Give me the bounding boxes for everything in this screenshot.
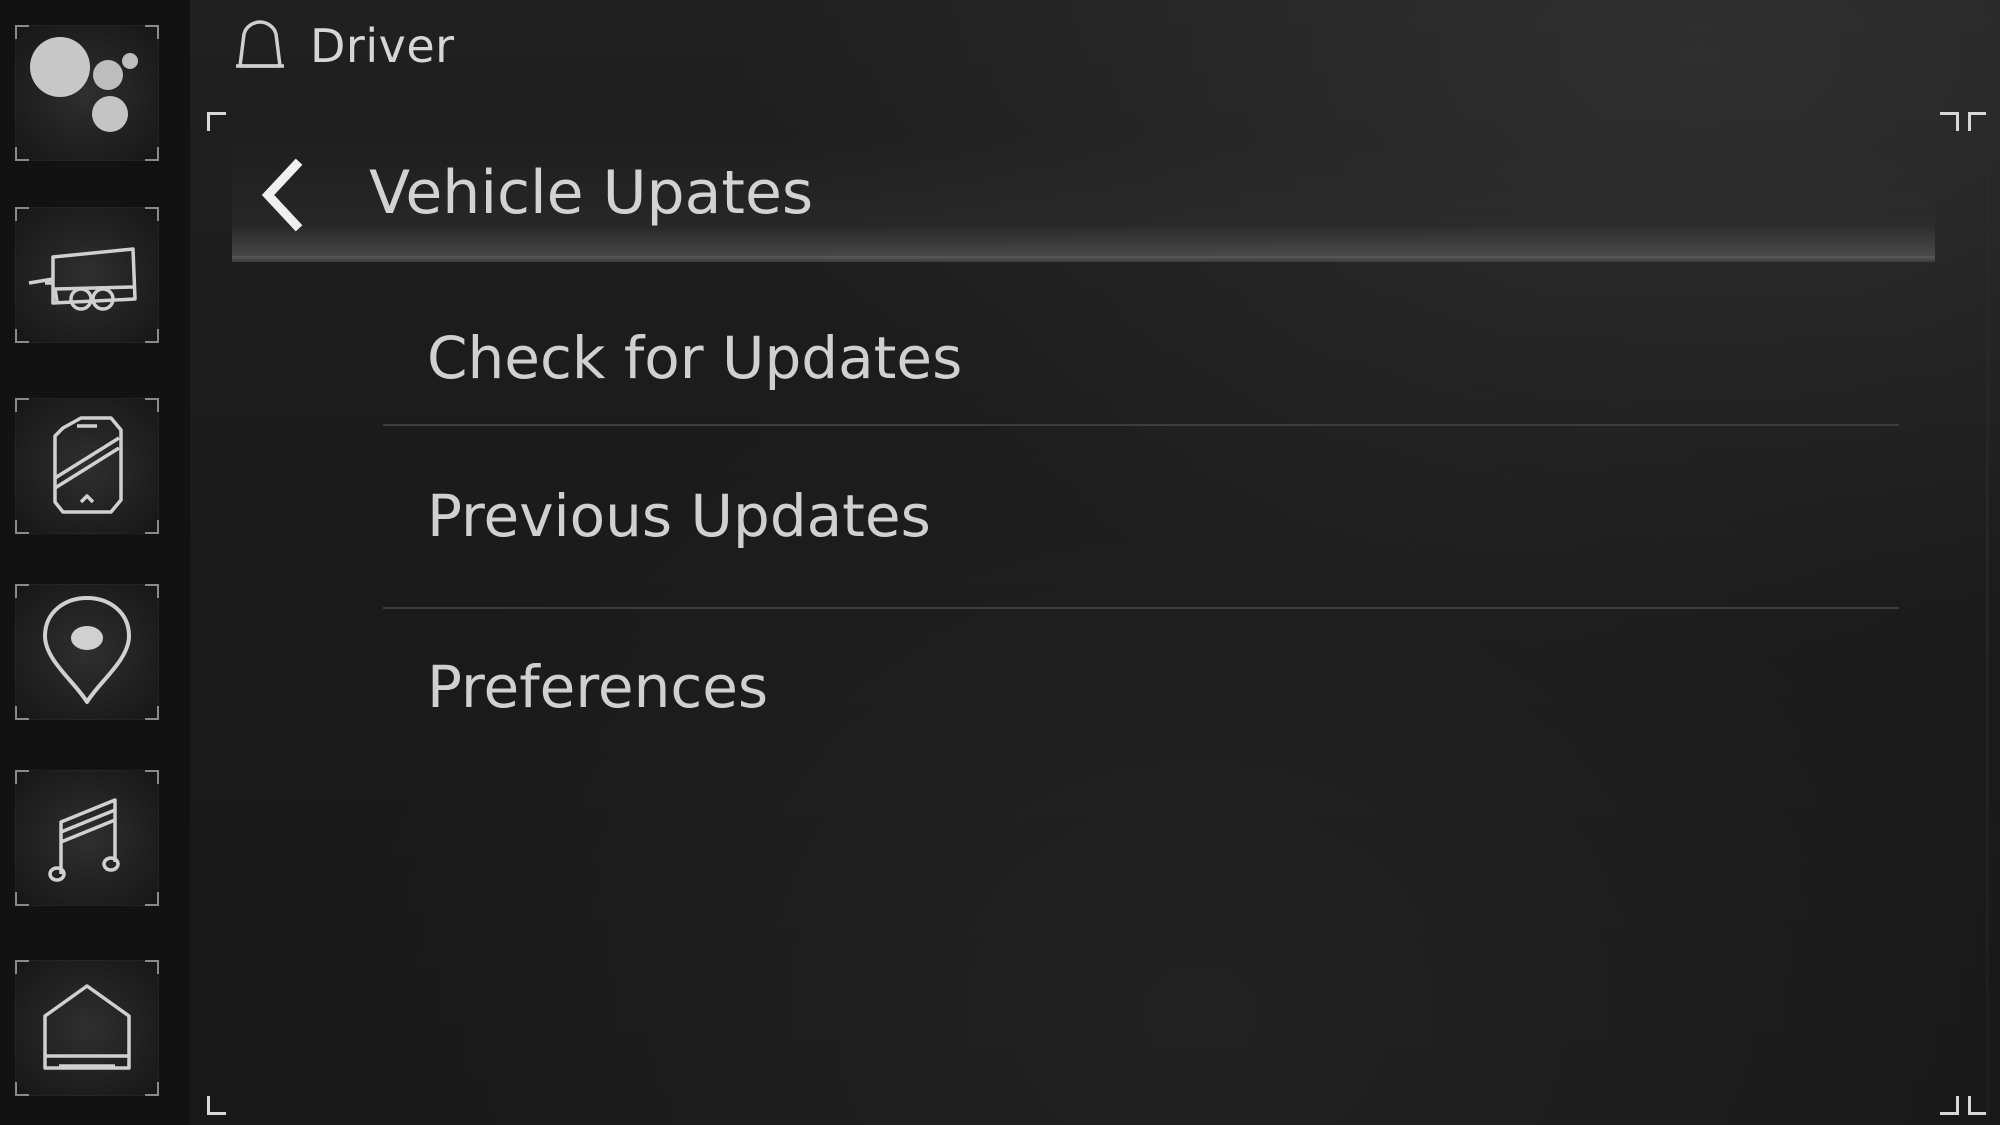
frame-corner-tl xyxy=(207,112,226,131)
sidebar-item-navigation[interactable] xyxy=(15,584,159,720)
frame-corner-bl xyxy=(207,1096,226,1115)
menu-item-check-for-updates[interactable]: Check for Updates xyxy=(383,300,1899,424)
scroll-edge xyxy=(1986,100,1989,1120)
map-pin-icon xyxy=(43,596,131,704)
menu-item-preferences[interactable]: Preferences xyxy=(383,609,1899,779)
profile-selector[interactable]: Driver xyxy=(232,14,455,78)
trailer-icon xyxy=(28,247,137,311)
profile-label: Driver xyxy=(310,19,455,73)
music-note-icon xyxy=(48,798,120,882)
frame-corner-tr2 xyxy=(1968,112,1987,131)
back-button[interactable] xyxy=(252,155,318,235)
sidebar-item-home[interactable] xyxy=(15,960,159,1096)
menu-item-previous-updates[interactable]: Previous Updates xyxy=(383,426,1899,608)
frame-corner-br2 xyxy=(1968,1096,1987,1115)
home-icon xyxy=(43,984,131,1070)
frame-corner-br xyxy=(1940,1096,1959,1115)
bell-icon xyxy=(236,20,284,68)
menu-item-label: Previous Updates xyxy=(427,482,931,550)
phone-icon xyxy=(53,416,123,514)
page-title: Vehicle Upates xyxy=(369,158,814,228)
frame-corner-tr xyxy=(1940,112,1959,131)
sidebar-item-phone[interactable] xyxy=(15,398,159,534)
vehicle-updates-screen: Driver Vehicle Upates Check for Updates … xyxy=(0,0,2000,1125)
sidebar-item-trailer[interactable] xyxy=(15,207,159,343)
menu-item-label: Check for Updates xyxy=(427,324,963,392)
sidebar xyxy=(0,0,190,1125)
menu-item-label: Preferences xyxy=(427,653,769,721)
chevron-left-icon xyxy=(261,158,303,232)
sidebar-item-audio[interactable] xyxy=(15,770,159,906)
assistant-dots-icon xyxy=(30,37,138,132)
sidebar-item-assistant[interactable] xyxy=(15,25,159,161)
